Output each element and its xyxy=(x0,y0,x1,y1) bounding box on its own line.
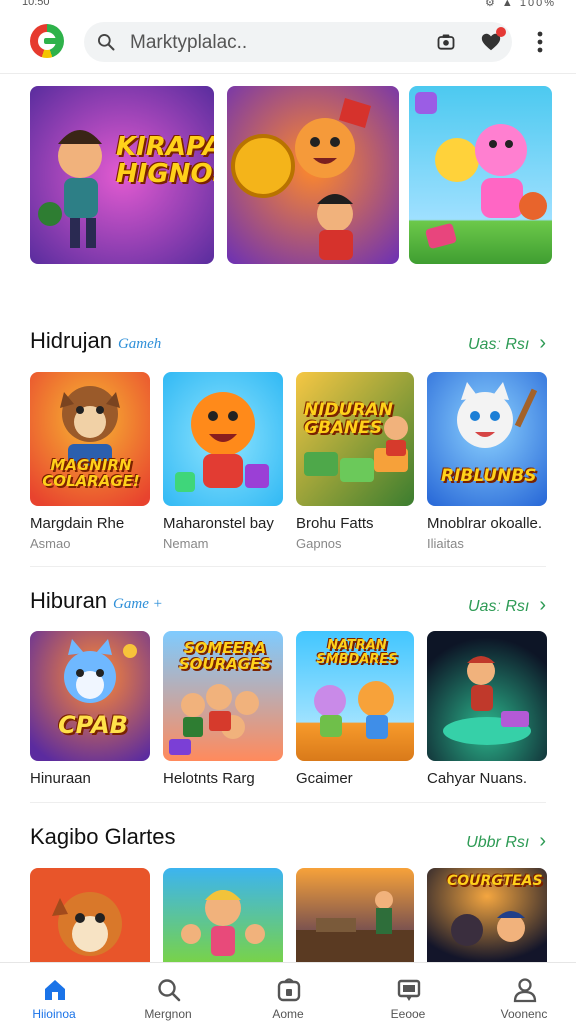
app-artwork xyxy=(427,631,547,761)
app-icon-tile[interactable]: CPAB xyxy=(30,631,150,761)
section-subtitle-link[interactable]: Game + xyxy=(113,596,163,612)
app-artwork xyxy=(30,631,150,761)
chevron-right-icon: › xyxy=(539,332,546,354)
notification-badge xyxy=(496,27,506,37)
search-icon xyxy=(98,34,115,51)
app-category: Asmao xyxy=(30,536,71,551)
nav-label: Eeooe xyxy=(390,1007,426,1021)
camera-icon[interactable] xyxy=(436,32,456,52)
bottom-navigation: Hiioinoa Mergnon Aome Eeooe Voonenc xyxy=(0,962,576,1024)
see-more-label: Ubbr Rsı xyxy=(466,834,530,851)
app-artwork xyxy=(163,868,283,962)
nav-label: Voonenc xyxy=(500,1007,548,1021)
section-title-text: Hiburan xyxy=(30,588,108,613)
app-tile-text: NATRAN SMBDARES xyxy=(316,638,398,667)
store-logo-icon[interactable] xyxy=(30,24,64,58)
app-icon-tile[interactable] xyxy=(30,868,150,962)
app-name[interactable]: Cahyar Nuans. xyxy=(427,770,527,787)
featured-banner[interactable]: KIRAPAIR HIGNOS xyxy=(30,86,214,264)
app-tile-text: RIBLUNBS xyxy=(441,466,537,486)
app-icon-tile[interactable]: MAGNIRN COLARAGE! xyxy=(30,372,150,506)
app-icon-tile[interactable] xyxy=(163,372,283,506)
banner-artwork xyxy=(409,86,552,264)
search-input[interactable]: Marktyplalac.. xyxy=(130,32,247,54)
app-artwork xyxy=(296,372,414,506)
top-app-bar: Marktyplalac.. xyxy=(0,12,576,74)
app-tile-text: MAGNIRN COLARAGE! xyxy=(42,456,140,490)
see-more-link[interactable]: Ubbr Rsı › xyxy=(466,830,546,853)
featured-banner[interactable] xyxy=(227,86,399,264)
app-category: Gapnos xyxy=(296,536,342,551)
banner-artwork xyxy=(227,86,399,264)
section-divider xyxy=(30,802,546,803)
see-more-label: Uasː Rsı xyxy=(467,336,530,353)
app-tile-text: SOMEERA SOURAGES xyxy=(178,639,272,673)
app-name[interactable]: Brohu Fatts xyxy=(296,515,374,532)
status-bar: 10:50 ⚙ ▲ 100% xyxy=(0,0,576,12)
nav-profile[interactable]: Voonenc xyxy=(474,963,574,1024)
more-vert-icon[interactable] xyxy=(530,30,550,54)
app-icon-tile[interactable] xyxy=(163,868,283,962)
app-icon-tile[interactable] xyxy=(296,868,414,962)
app-artwork xyxy=(296,868,414,962)
section-title: Hidrujan Gameh xyxy=(30,328,161,354)
nav-messages[interactable]: Eeooe xyxy=(358,963,458,1024)
section-title-text: Hidrujan xyxy=(30,328,112,353)
search-icon xyxy=(158,979,181,1002)
app-tile-text: COURGTEAS xyxy=(447,873,543,889)
app-name[interactable]: Gcaimer xyxy=(296,770,353,787)
app-icon-tile[interactable]: SOMEERA SOURAGES xyxy=(163,631,283,761)
search-bar[interactable]: Marktyplalac.. xyxy=(84,22,512,62)
section-divider xyxy=(30,566,546,567)
banner-title: KIRAPAIR HIGNOS xyxy=(116,132,214,190)
app-artwork xyxy=(163,372,283,506)
chevron-right-icon: › xyxy=(539,594,546,616)
nav-label: Hiioinoa xyxy=(32,1007,76,1021)
chevron-right-icon: › xyxy=(539,830,546,852)
see-more-link[interactable]: Uasː Rsı › xyxy=(468,594,546,617)
home-icon xyxy=(45,980,65,1000)
status-time: 10:50 xyxy=(22,0,50,8)
section-title: Kagibo Glartes xyxy=(30,824,176,850)
nav-label: Aome xyxy=(272,1007,304,1021)
apps-icon xyxy=(277,978,301,1002)
app-name[interactable]: Hinuraan xyxy=(30,770,91,787)
app-icon-tile[interactable] xyxy=(427,631,547,761)
section-title-text: Kagibo Glartes xyxy=(30,824,176,849)
see-more-link[interactable]: Uasː Rsı › xyxy=(468,332,546,355)
nav-search[interactable]: Mergnon xyxy=(118,963,218,1024)
chat-icon xyxy=(397,979,421,1001)
app-icon-tile[interactable]: COURGTEAS xyxy=(427,868,547,962)
status-icons: ⚙ ▲ 100% xyxy=(485,0,556,9)
featured-banner[interactable] xyxy=(409,86,552,264)
profile-icon xyxy=(513,978,537,1003)
app-tile-text: CPAB xyxy=(58,711,128,739)
app-icon-tile[interactable]: NIDURAN GBANES xyxy=(296,372,414,506)
see-more-label: Uasː Rsı xyxy=(467,598,530,615)
nav-home[interactable]: Hiioinoa xyxy=(4,963,104,1024)
section-subtitle-link[interactable]: Gameh xyxy=(118,336,161,352)
app-category: Iliaitas xyxy=(427,536,464,551)
nav-label: Mergnon xyxy=(144,1007,192,1021)
app-icon-tile[interactable]: NATRAN SMBDARES xyxy=(296,631,414,761)
app-name[interactable]: Mnoblrar okoalle. xyxy=(427,515,542,532)
app-name[interactable]: Helotnts Rarg xyxy=(163,770,255,787)
nav-apps[interactable]: Aome xyxy=(238,963,338,1024)
app-name[interactable]: Maharonstel bay xyxy=(163,515,274,532)
app-category: Nemam xyxy=(163,536,209,551)
section-title: Hiburan Game + xyxy=(30,588,163,614)
app-tile-text: NIDURAN GBANES xyxy=(304,400,393,438)
app-artwork xyxy=(30,868,150,962)
app-icon-tile[interactable]: RIBLUNBS xyxy=(427,372,547,506)
app-name[interactable]: Margdain Rhe xyxy=(30,515,124,532)
